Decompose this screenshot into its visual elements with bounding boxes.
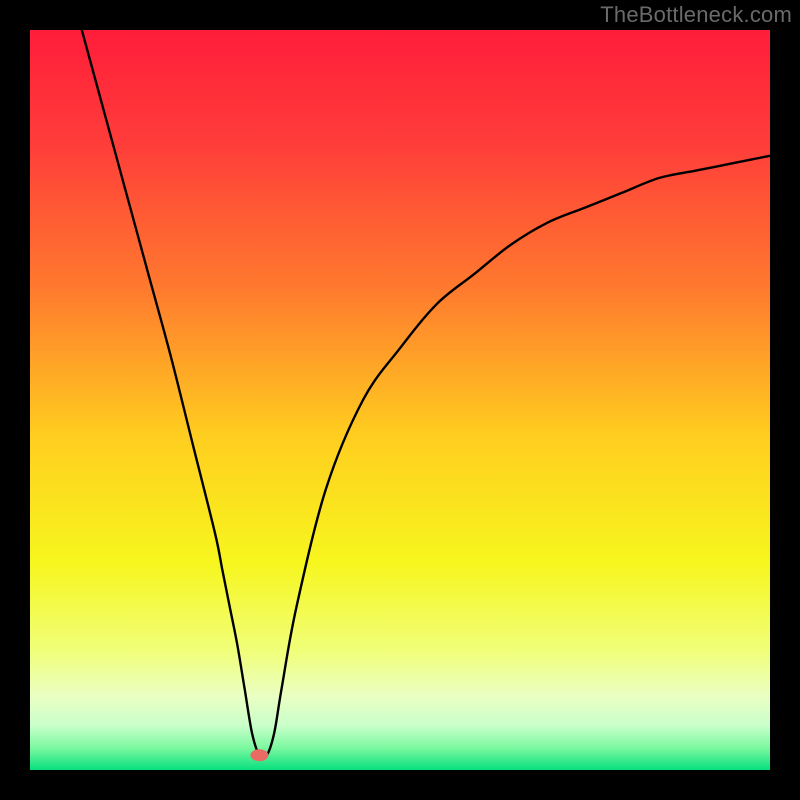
plot-area <box>30 30 770 770</box>
watermark-text: TheBottleneck.com <box>600 2 792 28</box>
optimal-point-marker <box>250 749 268 761</box>
gradient-background <box>30 30 770 770</box>
chart-frame: TheBottleneck.com <box>0 0 800 800</box>
bottleneck-chart <box>30 30 770 770</box>
